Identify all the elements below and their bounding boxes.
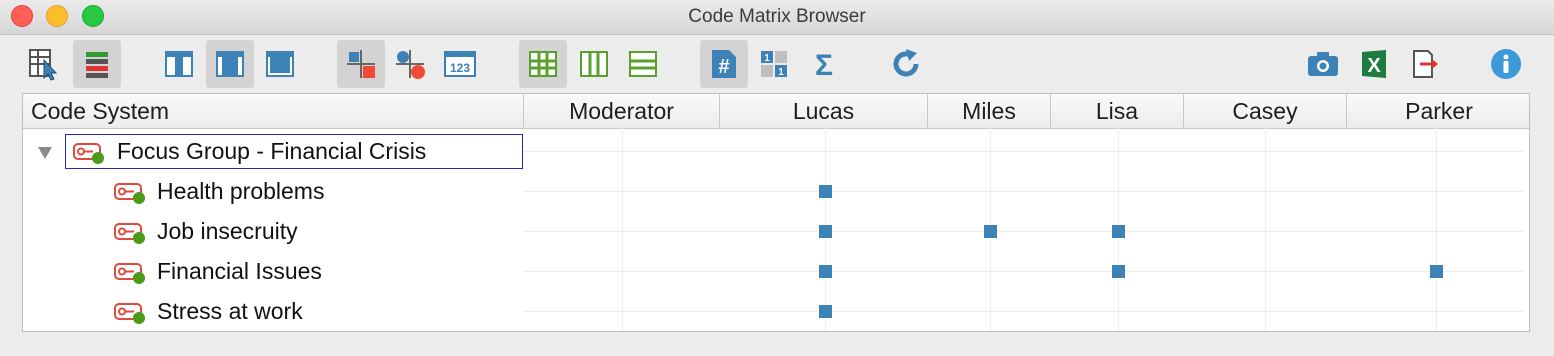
row-lines-button[interactable] <box>619 40 667 88</box>
grid-line <box>622 128 623 331</box>
disclosure-triangle-icon[interactable] <box>38 147 52 159</box>
svg-text:#: # <box>718 56 729 78</box>
column-header-miles[interactable]: Miles <box>928 94 1051 128</box>
matrix-cell-hit[interactable] <box>819 225 832 238</box>
info-button[interactable] <box>1482 40 1530 88</box>
svg-text:1: 1 <box>764 53 770 64</box>
code-row[interactable]: Stress at work <box>23 291 523 331</box>
numbers-view-button[interactable]: 123 <box>436 40 484 88</box>
code-row-label: Stress at work <box>157 298 303 324</box>
document-groups-button[interactable] <box>73 40 121 88</box>
excel-export-icon: X <box>1362 50 1386 78</box>
code-row-label: Focus Group - Financial Crisis <box>117 138 427 164</box>
symbols-view-button[interactable] <box>337 40 385 88</box>
code-icon <box>114 303 145 324</box>
svg-text:Σ: Σ <box>815 49 833 80</box>
code-row[interactable]: Health problems <box>23 171 523 211</box>
column-header-lucas[interactable]: Lucas <box>720 94 928 128</box>
view-columns-full-button[interactable] <box>256 40 304 88</box>
sum-button[interactable]: Σ <box>800 40 848 88</box>
view-columns-full-icon <box>266 51 294 77</box>
select-documents-button[interactable] <box>20 40 68 88</box>
code-matrix: Code System Moderator Lucas Miles Lisa C… <box>22 93 1530 332</box>
grid-line <box>523 191 1523 192</box>
column-lines-icon <box>580 51 608 77</box>
document-groups-icon <box>86 52 108 78</box>
export-icon <box>1413 50 1438 78</box>
hash-count-icon: # <box>712 50 736 78</box>
grid-line <box>1436 128 1437 331</box>
code-row[interactable]: Job insecruity <box>23 211 523 251</box>
grid-line <box>523 271 1523 272</box>
svg-text:123: 123 <box>450 61 470 75</box>
hash-count-button[interactable]: # <box>700 40 748 88</box>
row-lines-icon <box>629 51 657 77</box>
refresh-icon <box>893 49 919 77</box>
binary-view-icon: 1 1 <box>761 51 787 78</box>
code-row-label: Health problems <box>157 178 325 204</box>
matrix-cell-hit[interactable] <box>1430 265 1443 278</box>
svg-text:X: X <box>1367 55 1381 77</box>
camera-icon <box>1308 52 1338 76</box>
column-header-casey[interactable]: Casey <box>1184 94 1347 128</box>
code-row-label: Financial Issues <box>157 258 322 284</box>
select-documents-icon <box>29 49 58 81</box>
code-system-header[interactable]: Code System <box>23 94 524 128</box>
column-header-moderator[interactable]: Moderator <box>524 94 720 128</box>
grid-lines-icon <box>529 51 557 77</box>
matrix-cell-hit[interactable] <box>819 185 832 198</box>
code-icon <box>114 263 145 284</box>
code-row-root[interactable]: Focus Group - Financial Crisis <box>23 131 523 171</box>
grid-line <box>523 231 1523 232</box>
view-columns-middle-button[interactable] <box>206 40 254 88</box>
sum-icon: Σ <box>815 49 833 80</box>
info-icon <box>1491 49 1521 79</box>
code-icon <box>73 143 104 164</box>
snapshot-button[interactable] <box>1299 40 1347 88</box>
symbols-color-button[interactable] <box>386 40 434 88</box>
view-columns-middle-icon <box>216 51 244 77</box>
symbols-color-icon <box>396 50 425 79</box>
grid-line <box>523 311 1523 312</box>
refresh-button[interactable] <box>882 40 930 88</box>
matrix-cell-hit[interactable] <box>1112 225 1125 238</box>
grid-line <box>523 151 1523 152</box>
code-icon <box>114 183 145 204</box>
column-header-parker[interactable]: Parker <box>1347 94 1529 128</box>
code-icon <box>114 223 145 244</box>
toolbar: 123 # 1 1 Σ X <box>0 35 1554 91</box>
excel-export-button[interactable]: X <box>1350 40 1398 88</box>
column-header-lisa[interactable]: Lisa <box>1051 94 1184 128</box>
export-button[interactable] <box>1400 40 1448 88</box>
code-row[interactable]: Financial Issues <box>23 251 523 291</box>
view-columns-left-icon <box>165 51 193 77</box>
grid-line <box>1265 128 1266 331</box>
matrix-header: Code System Moderator Lucas Miles Lisa C… <box>23 94 1529 129</box>
window-title: Code Matrix Browser <box>688 6 866 27</box>
grid-lines-button[interactable] <box>519 40 567 88</box>
matrix-cell-hit[interactable] <box>1112 265 1125 278</box>
view-columns-left-button[interactable] <box>155 40 203 88</box>
matrix-cell-hit[interactable] <box>819 265 832 278</box>
matrix-cell-hit[interactable] <box>819 305 832 318</box>
svg-text:1: 1 <box>778 67 784 78</box>
binary-view-button[interactable]: 1 1 <box>750 40 798 88</box>
matrix-cell-hit[interactable] <box>984 225 997 238</box>
code-row-label: Job insecruity <box>157 218 298 244</box>
column-lines-button[interactable] <box>570 40 618 88</box>
symbols-view-icon <box>347 50 375 78</box>
numbers-view-icon: 123 <box>444 51 476 77</box>
title-bar: Code Matrix Browser <box>0 0 1554 35</box>
